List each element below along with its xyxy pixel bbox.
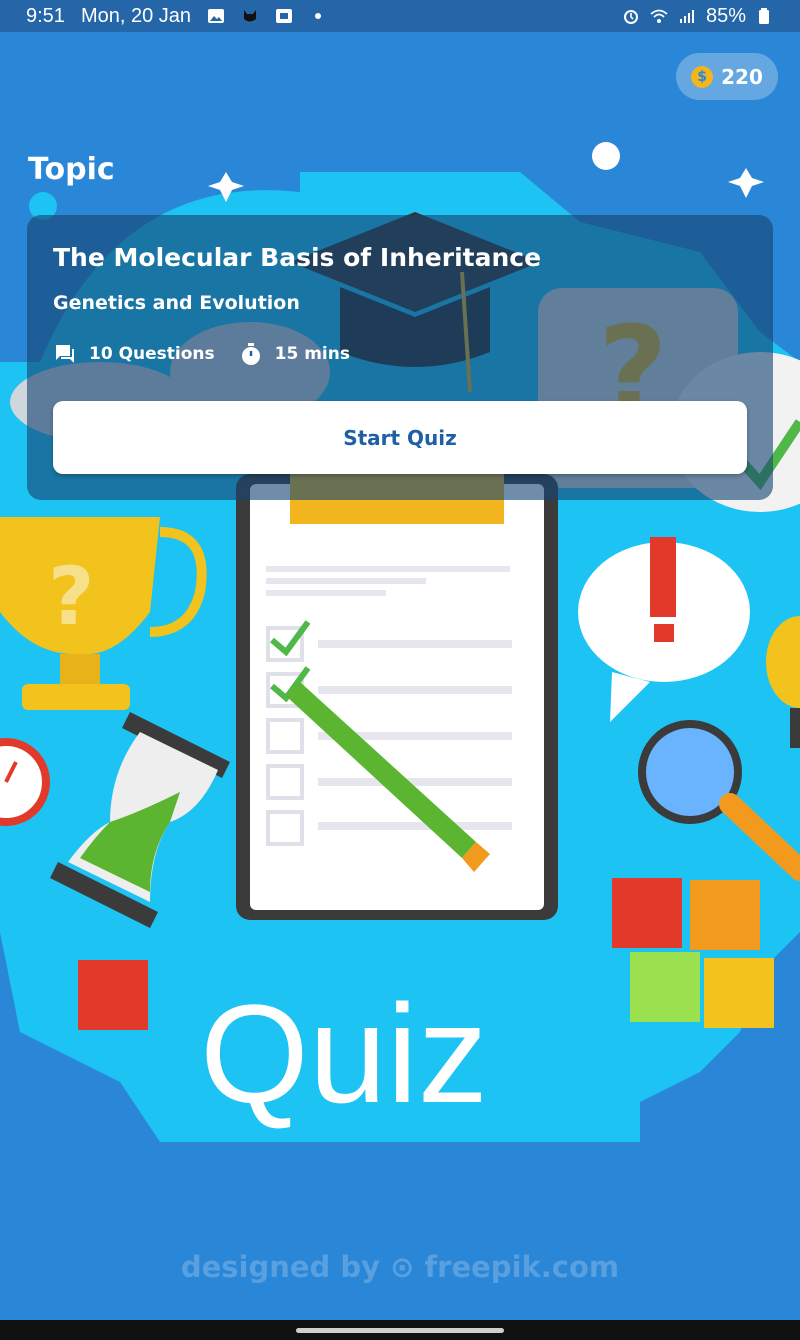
battery-icon <box>756 8 774 24</box>
system-nav-bar <box>0 1320 800 1340</box>
quiz-meta: 10 Questions 15 mins <box>53 342 374 366</box>
questions-label: 10 Questions <box>89 344 215 364</box>
wifi-icon <box>650 8 668 24</box>
topic-heading: Topic <box>28 152 115 187</box>
image-icon <box>207 8 225 24</box>
alarm-icon <box>622 8 640 24</box>
dollar-coin-icon: $ <box>691 65 714 88</box>
coin-count: 220 <box>721 64 763 89</box>
svg-text:?: ? <box>48 550 94 643</box>
status-date: Mon, 20 Jan <box>80 4 192 27</box>
status-bar: 9:51 Mon, 20 Jan 85% <box>0 0 800 32</box>
freepik-watermark: designed by ⊙ freepik.com <box>180 1250 620 1284</box>
start-quiz-button[interactable]: Start Quiz <box>53 401 747 474</box>
stopwatch-icon <box>241 343 260 365</box>
quiz-subtitle: Genetics and Evolution <box>53 292 300 314</box>
coin-balance[interactable]: $ 220 <box>676 53 778 100</box>
battery-percent: 85% <box>705 4 746 27</box>
signal-icon <box>678 8 696 24</box>
questions-icon <box>56 345 74 363</box>
quiz-title: The Molecular Basis of Inheritance <box>53 243 542 272</box>
screenshot-icon <box>275 8 293 24</box>
status-time: 9:51 <box>26 4 65 27</box>
cat-icon <box>241 8 259 24</box>
duration: 15 mins <box>239 342 350 366</box>
duration-label: 15 mins <box>274 344 350 364</box>
illustration-quiz-text: Quiz <box>200 975 488 1132</box>
dot-icon <box>309 8 327 24</box>
home-gesture-handle[interactable] <box>296 1328 504 1333</box>
questions-count: 10 Questions <box>53 342 215 366</box>
